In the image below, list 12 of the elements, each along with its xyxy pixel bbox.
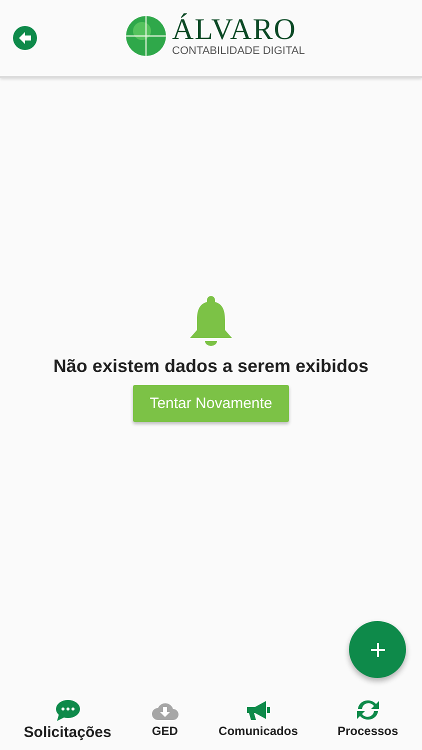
- chat-bubble-icon: [54, 698, 82, 722]
- tab[interactable]: Comunicados: [218, 698, 298, 738]
- tab[interactable]: Processos: [337, 698, 398, 738]
- empty-message: Não existem dados a serem exibidos: [53, 356, 369, 376]
- tab[interactable]: Solicitações: [24, 698, 112, 741]
- logo-title: ÁLVARO: [172, 15, 298, 45]
- plus-icon: [370, 642, 386, 658]
- bell-icon: [189, 296, 233, 346]
- globe-icon: [124, 14, 168, 58]
- add-button[interactable]: [349, 621, 406, 678]
- logo-subtitle: CONTABILIDADE DIGITAL: [172, 46, 305, 57]
- megaphone-icon: [244, 698, 272, 722]
